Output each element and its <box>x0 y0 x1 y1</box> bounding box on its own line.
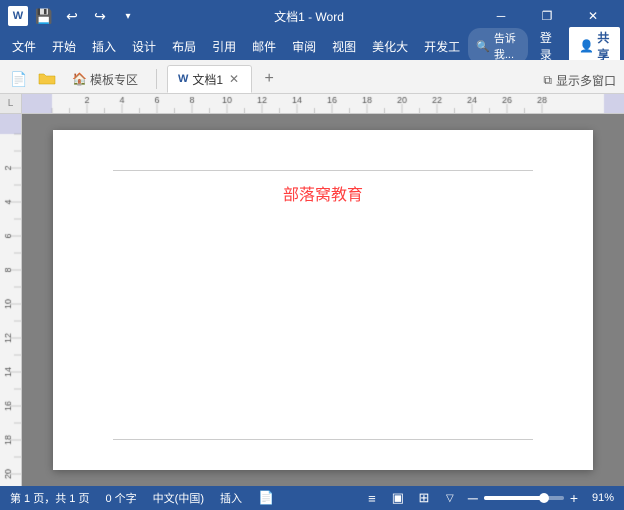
tab-word-icon: W <box>178 73 188 85</box>
tab-bar: 📄 🏠 模板专区 W 文档1 ✕ + ⧉ 显示多窗口 <box>0 60 624 94</box>
track-changes-icon: 📄 <box>258 490 274 506</box>
display-multi-window-button[interactable]: ⧉ 显示多窗口 <box>543 72 616 93</box>
search-icon: 🔍 <box>476 40 490 53</box>
display-multi-label: 显示多窗口 <box>556 72 616 89</box>
home-icon: 🏠 <box>72 72 87 86</box>
zoom-in-button[interactable]: + <box>568 490 580 506</box>
ruler-h-canvas <box>22 94 624 114</box>
template-zone-tab[interactable]: 🏠 模板专区 <box>64 65 146 93</box>
document-viewport[interactable]: 部落窝教育 <box>22 114 624 486</box>
tab-divider <box>156 69 157 89</box>
menu-references[interactable]: 引用 <box>204 34 244 59</box>
redo-button[interactable]: ↪ <box>88 5 112 27</box>
new-document-button[interactable]: 📄 <box>8 68 30 90</box>
open-folder-button[interactable] <box>36 68 58 90</box>
window-title-text: 文档1 - Word <box>274 10 344 24</box>
doc-tab-label: 文档1 <box>192 71 223 88</box>
zoom-thumb[interactable] <box>539 493 549 503</box>
main-area: 部落窝教育 <box>0 114 624 486</box>
status-right: ≡ ▣ ⊞ ▽ ─ + 91% <box>362 489 614 507</box>
status-bar: 第 1 页，共 1 页 0 个字 中文(中国) 插入 📄 ≡ ▣ ⊞ ▽ ─ +… <box>0 486 624 510</box>
menu-file[interactable]: 文件 <box>4 34 44 59</box>
save-button[interactable]: 💾 <box>32 5 56 27</box>
header-line <box>113 170 533 171</box>
undo-button[interactable]: ↩ <box>60 5 84 27</box>
doc-tab-1[interactable]: W 文档1 ✕ <box>167 65 252 93</box>
ruler-horizontal[interactable] <box>22 94 624 114</box>
zoom-percent[interactable]: 91% <box>586 492 614 504</box>
char-count[interactable]: 0 个字 <box>105 490 136 506</box>
ruler-v-canvas <box>0 114 22 486</box>
customize-qat-button[interactable]: ▾ <box>116 5 140 27</box>
person-icon: 👤 <box>579 39 594 53</box>
menu-insert[interactable]: 插入 <box>84 34 124 59</box>
tell-me-box[interactable]: 🔍 告诉我... <box>468 28 528 64</box>
ruler-corner[interactable]: L <box>0 94 22 114</box>
menu-review[interactable]: 审阅 <box>284 34 324 59</box>
page-info[interactable]: 第 1 页，共 1 页 <box>10 490 89 506</box>
menu-design[interactable]: 设计 <box>124 34 164 59</box>
zoom-track[interactable] <box>484 496 564 500</box>
insert-mode[interactable]: 插入 <box>220 490 242 506</box>
web-layout-button[interactable]: ⊞ <box>414 489 434 507</box>
windows-icon: ⧉ <box>543 73 552 88</box>
print-layout-button[interactable]: ▣ <box>388 489 408 507</box>
menu-home[interactable]: 开始 <box>44 34 84 59</box>
zoom-fill <box>484 496 544 500</box>
menu-mailings[interactable]: 邮件 <box>244 34 284 59</box>
collapse-ribbon-button[interactable]: ▽ <box>440 489 460 507</box>
ruler-vertical[interactable] <box>0 114 22 486</box>
menu-layout[interactable]: 布局 <box>164 34 204 59</box>
menu-view[interactable]: 视图 <box>324 34 364 59</box>
tab-bar-left: 📄 🏠 模板专区 W 文档1 ✕ + <box>8 65 280 93</box>
zoom-slider: ─ + <box>466 490 580 506</box>
read-view-button[interactable]: ≡ <box>362 489 382 507</box>
ruler-container-h: L <box>0 94 624 114</box>
footer-line <box>113 439 533 440</box>
window-title: 文档1 - Word <box>140 8 478 25</box>
menu-developer[interactable]: 开发工 <box>416 34 468 59</box>
doc-title[interactable]: 部落窝教育 <box>113 181 533 205</box>
menu-beautify[interactable]: 美化大 <box>364 34 416 59</box>
share-label: 共享 <box>597 29 610 63</box>
document-page[interactable]: 部落窝教育 <box>53 130 593 470</box>
word-app-icon: W <box>8 6 28 26</box>
template-zone-label: 模板专区 <box>90 71 138 88</box>
zoom-out-button[interactable]: ─ <box>466 490 480 506</box>
language[interactable]: 中文(中国) <box>153 490 204 506</box>
title-bar-left: W 💾 ↩ ↪ ▾ <box>8 5 140 27</box>
document-content[interactable]: 部落窝教育 <box>113 181 533 441</box>
menu-bar: 文件 开始 插入 设计 布局 引用 邮件 审阅 视图 美化大 开发工 🔍 告诉我… <box>0 32 624 60</box>
tell-me-label: 告诉我... <box>494 30 520 62</box>
tab-close-button[interactable]: ✕ <box>227 72 241 86</box>
new-tab-button[interactable]: + <box>258 68 280 90</box>
